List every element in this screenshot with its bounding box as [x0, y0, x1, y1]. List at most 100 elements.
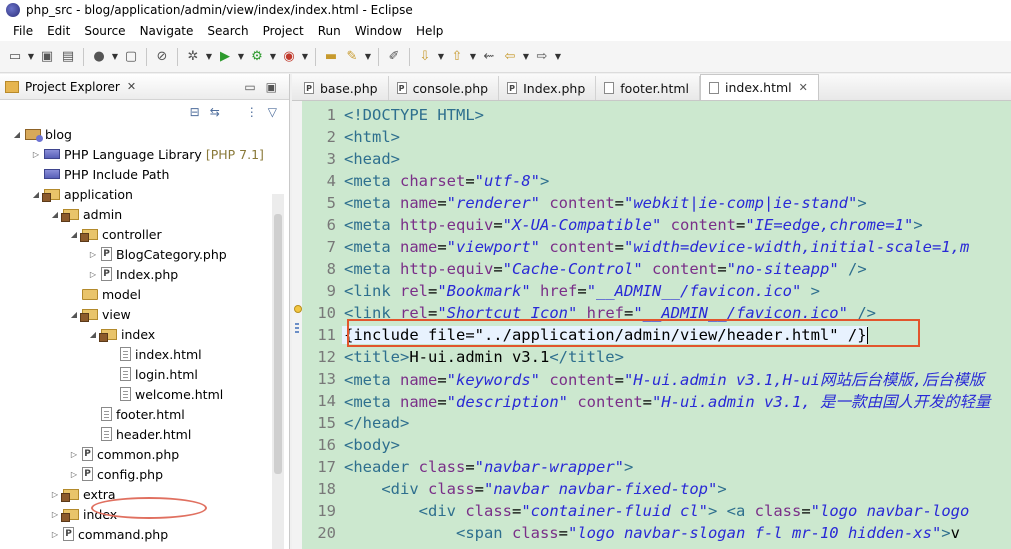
- menu-help[interactable]: Help: [409, 24, 450, 38]
- menu-navigate[interactable]: Navigate: [133, 24, 201, 38]
- code-line[interactable]: 3 <head>: [302, 148, 1011, 170]
- code-line[interactable]: 5 <meta name="renderer" content="webkit|i…: [302, 192, 1011, 214]
- tree-item[interactable]: login.html: [0, 364, 272, 384]
- next-annotation-dropdown-icon[interactable]: ▼: [437, 48, 445, 66]
- collapsed-arrow-icon[interactable]: ▷: [88, 250, 98, 259]
- collapse-all-icon[interactable]: ⊟: [190, 105, 200, 119]
- code-line[interactable]: 7 <meta name="viewport" content="width=de…: [302, 236, 1011, 258]
- code-line[interactable]: 16 <body>: [302, 434, 1011, 456]
- code-line[interactable]: 8 <meta http-equiv="Cache-Control" conten…: [302, 258, 1011, 280]
- debug-icon[interactable]: ✲: [184, 48, 202, 66]
- warning-icon[interactable]: [294, 305, 302, 313]
- annotation-icon[interactable]: ✐: [385, 48, 403, 66]
- tree-item[interactable]: ◢ admin: [0, 204, 272, 224]
- coverage-icon[interactable]: ◉: [280, 48, 298, 66]
- profile-icon[interactable]: ●: [90, 48, 108, 66]
- open-folder-icon[interactable]: ▬: [322, 48, 340, 66]
- code-line[interactable]: 9 <link rel="Bookmark" href="__ADMIN__/fa…: [302, 280, 1011, 302]
- expanded-arrow-icon[interactable]: ◢: [69, 310, 79, 319]
- console-icon[interactable]: ▢: [122, 48, 140, 66]
- tree-item[interactable]: ▷ Pcommand.php: [0, 524, 272, 544]
- collapsed-arrow-icon[interactable]: ▷: [31, 150, 41, 159]
- tree-item[interactable]: ◢ application: [0, 184, 272, 204]
- code-line[interactable]: 12 <title>H-ui.admin v3.1</title>: [302, 346, 1011, 368]
- code-line[interactable]: 17 <header class="navbar-wrapper">: [302, 456, 1011, 478]
- code-line[interactable]: 6 <meta http-equiv="X-UA-Compatible" cont…: [302, 214, 1011, 236]
- skip-breakpoints-icon[interactable]: ⊘: [153, 48, 171, 66]
- close-tab-icon[interactable]: ✕: [799, 81, 808, 94]
- collapsed-arrow-icon[interactable]: ▷: [50, 510, 60, 519]
- save-icon[interactable]: ▣: [38, 48, 56, 66]
- collapsed-arrow-icon[interactable]: ▷: [50, 490, 60, 499]
- scrollbar-thumb[interactable]: [274, 214, 282, 474]
- explorer-scrollbar[interactable]: [272, 194, 284, 549]
- coverage-dropdown-icon[interactable]: ▼: [301, 48, 309, 66]
- new-dropdown-icon[interactable]: ▼: [27, 48, 35, 66]
- menu-window[interactable]: Window: [348, 24, 409, 38]
- forward-icon[interactable]: ⇨: [533, 48, 551, 66]
- tree-item[interactable]: PHP Include Path: [0, 164, 272, 184]
- editor-tab[interactable]: P Index.php: [499, 76, 597, 100]
- last-edit-icon[interactable]: ⇜: [480, 48, 498, 66]
- run-dropdown-icon[interactable]: ▼: [237, 48, 245, 66]
- tree-item[interactable]: ▷ Pconfig.php: [0, 464, 272, 484]
- maximize-icon[interactable]: ▣: [266, 80, 277, 94]
- tree-item[interactable]: ▷ P Index.php: [0, 264, 272, 284]
- code-line[interactable]: 14 <meta name="description" content="H-ui…: [302, 390, 1011, 412]
- code-line[interactable]: 1 <!DOCTYPE HTML>: [302, 104, 1011, 126]
- tree-item[interactable]: ◢ controller: [0, 224, 272, 244]
- expanded-arrow-icon[interactable]: ◢: [50, 210, 60, 219]
- tree-item[interactable]: ◢ blog: [0, 124, 272, 144]
- expanded-arrow-icon[interactable]: ◢: [88, 330, 98, 339]
- code-line[interactable]: 15 </head>: [302, 412, 1011, 434]
- menu-search[interactable]: Search: [200, 24, 255, 38]
- tree-item[interactable]: ▷ PHP Language Library [PHP 7.1]: [0, 144, 272, 164]
- expanded-arrow-icon[interactable]: ◢: [69, 230, 79, 239]
- code-line[interactable]: 20 <span class="logo navbar-slogan f-l m…: [302, 522, 1011, 544]
- expanded-arrow-icon[interactable]: ◢: [31, 190, 41, 199]
- menu-source[interactable]: Source: [77, 24, 132, 38]
- open-type-dropdown-icon[interactable]: ▼: [364, 48, 372, 66]
- back-icon[interactable]: ⇦: [501, 48, 519, 66]
- tree-item[interactable]: welcome.html: [0, 384, 272, 404]
- menu-file[interactable]: File: [6, 24, 40, 38]
- code-line[interactable]: 13 <meta name="keywords" content="H-ui.ad…: [302, 368, 1011, 390]
- expanded-arrow-icon[interactable]: ◢: [12, 130, 22, 139]
- debug-dropdown-icon[interactable]: ▼: [205, 48, 213, 66]
- minimize-icon[interactable]: ▭: [244, 80, 255, 94]
- editor-tab[interactable]: Pbase.php: [296, 76, 389, 100]
- collapsed-arrow-icon[interactable]: ▷: [69, 450, 79, 459]
- code-line[interactable]: 4 <meta charset="utf-8">: [302, 170, 1011, 192]
- next-annotation-icon[interactable]: ⇩: [416, 48, 434, 66]
- back-dropdown-icon[interactable]: ▼: [522, 48, 530, 66]
- tree-item[interactable]: ▷ P BlogCategory.php: [0, 244, 272, 264]
- filter-icon[interactable]: ⋮: [246, 105, 258, 119]
- external-tools-dropdown-icon[interactable]: ▼: [269, 48, 277, 66]
- tree-item[interactable]: index.html: [0, 344, 272, 364]
- prev-annotation-dropdown-icon[interactable]: ▼: [469, 48, 477, 66]
- external-tools-icon[interactable]: ⚙: [248, 48, 266, 66]
- close-icon[interactable]: ✕: [127, 80, 136, 93]
- link-with-editor-icon[interactable]: ⇆: [210, 105, 220, 119]
- tree-item[interactable]: ◢ view: [0, 304, 272, 324]
- collapsed-arrow-icon[interactable]: ▷: [50, 530, 60, 539]
- profile-dropdown-icon[interactable]: ▼: [111, 48, 119, 66]
- menu-edit[interactable]: Edit: [40, 24, 77, 38]
- editor-tab[interactable]: footer.html: [596, 76, 701, 100]
- code-line[interactable]: 18 <div class="navbar navbar-fixed-top">: [302, 478, 1011, 500]
- view-menu-icon[interactable]: ▽: [268, 105, 277, 119]
- code-line[interactable]: 19 <div class="container-fluid cl"> <a c…: [302, 500, 1011, 522]
- tree-item[interactable]: footer.html: [0, 404, 272, 424]
- new-icon[interactable]: ▭: [6, 48, 24, 66]
- menu-run[interactable]: Run: [311, 24, 348, 38]
- forward-dropdown-icon[interactable]: ▼: [554, 48, 562, 66]
- save-all-icon[interactable]: ▤: [59, 48, 77, 66]
- menu-project[interactable]: Project: [256, 24, 311, 38]
- tree-item[interactable]: model: [0, 284, 272, 304]
- tree-item[interactable]: ▷ Pcommon.php: [0, 444, 272, 464]
- code-line[interactable]: 2 <html>: [302, 126, 1011, 148]
- run-icon[interactable]: ▶: [216, 48, 234, 66]
- collapsed-arrow-icon[interactable]: ▷: [88, 270, 98, 279]
- prev-annotation-icon[interactable]: ⇧: [448, 48, 466, 66]
- project-explorer-title[interactable]: Project Explorer: [25, 80, 120, 94]
